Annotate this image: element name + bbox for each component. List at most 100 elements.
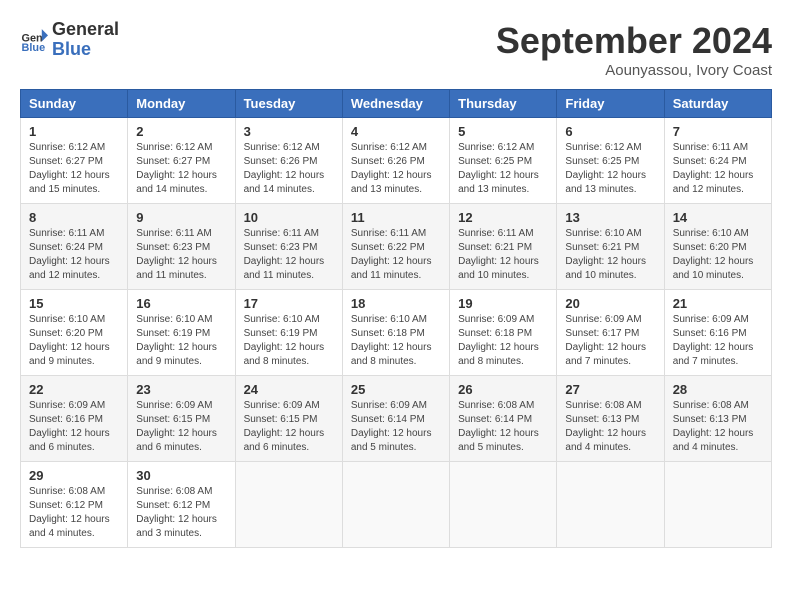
day-number: 11 bbox=[351, 210, 441, 225]
day-info: Sunrise: 6:09 AM Sunset: 6:16 PM Dayligh… bbox=[673, 313, 763, 369]
day-number: 6 bbox=[565, 124, 655, 139]
calendar-cell: 9 Sunrise: 6:11 AM Sunset: 6:23 PM Daylig… bbox=[128, 204, 235, 290]
day-info: Sunrise: 6:08 AM Sunset: 6:13 PM Dayligh… bbox=[565, 399, 655, 455]
calendar-cell: 24 Sunrise: 6:09 AM Sunset: 6:15 PM Dayli… bbox=[235, 376, 342, 462]
logo-icon: Gen Blue bbox=[20, 26, 48, 54]
day-number: 2 bbox=[136, 124, 226, 139]
calendar-cell: 30 Sunrise: 6:08 AM Sunset: 6:12 PM Dayli… bbox=[128, 462, 235, 548]
day-info: Sunrise: 6:11 AM Sunset: 6:24 PM Dayligh… bbox=[29, 227, 119, 283]
page-header: Gen Blue General Blue September 2024 Aou… bbox=[20, 20, 772, 79]
day-info: Sunrise: 6:09 AM Sunset: 6:15 PM Dayligh… bbox=[244, 399, 334, 455]
col-header-monday: Monday bbox=[128, 90, 235, 118]
day-info: Sunrise: 6:08 AM Sunset: 6:12 PM Dayligh… bbox=[136, 485, 226, 541]
day-info: Sunrise: 6:12 AM Sunset: 6:26 PM Dayligh… bbox=[351, 141, 441, 197]
calendar-cell: 22 Sunrise: 6:09 AM Sunset: 6:16 PM Dayli… bbox=[21, 376, 128, 462]
day-info: Sunrise: 6:10 AM Sunset: 6:18 PM Dayligh… bbox=[351, 313, 441, 369]
day-info: Sunrise: 6:12 AM Sunset: 6:27 PM Dayligh… bbox=[29, 141, 119, 197]
day-info: Sunrise: 6:11 AM Sunset: 6:21 PM Dayligh… bbox=[458, 227, 548, 283]
day-info: Sunrise: 6:09 AM Sunset: 6:18 PM Dayligh… bbox=[458, 313, 548, 369]
day-info: Sunrise: 6:11 AM Sunset: 6:24 PM Dayligh… bbox=[673, 141, 763, 197]
day-info: Sunrise: 6:08 AM Sunset: 6:12 PM Dayligh… bbox=[29, 485, 119, 541]
day-number: 22 bbox=[29, 382, 119, 397]
day-info: Sunrise: 6:12 AM Sunset: 6:25 PM Dayligh… bbox=[458, 141, 548, 197]
calendar-cell: 29Sunrise: 6:08 AM Sunset: 6:12 PM Dayli… bbox=[21, 462, 128, 548]
day-info: Sunrise: 6:08 AM Sunset: 6:14 PM Dayligh… bbox=[458, 399, 548, 455]
day-info: Sunrise: 6:12 AM Sunset: 6:27 PM Dayligh… bbox=[136, 141, 226, 197]
calendar-body: 1Sunrise: 6:12 AM Sunset: 6:27 PM Daylig… bbox=[21, 118, 772, 548]
day-info: Sunrise: 6:09 AM Sunset: 6:15 PM Dayligh… bbox=[136, 399, 226, 455]
day-info: Sunrise: 6:10 AM Sunset: 6:19 PM Dayligh… bbox=[244, 313, 334, 369]
day-info: Sunrise: 6:10 AM Sunset: 6:19 PM Dayligh… bbox=[136, 313, 226, 369]
day-number: 20 bbox=[565, 296, 655, 311]
day-number: 5 bbox=[458, 124, 548, 139]
day-number: 19 bbox=[458, 296, 548, 311]
day-info: Sunrise: 6:11 AM Sunset: 6:23 PM Dayligh… bbox=[244, 227, 334, 283]
day-number: 26 bbox=[458, 382, 548, 397]
month-title: September 2024 bbox=[496, 20, 772, 62]
title-block: September 2024 Aounyassou, Ivory Coast bbox=[496, 20, 772, 79]
logo-text: General Blue bbox=[52, 20, 119, 60]
calendar-cell: 15 Sunrise: 6:10 AM Sunset: 6:20 PM Dayli… bbox=[21, 290, 128, 376]
day-number: 9 bbox=[136, 210, 226, 225]
day-number: 8 bbox=[29, 210, 119, 225]
calendar-cell: 10 Sunrise: 6:11 AM Sunset: 6:23 PM Dayli… bbox=[235, 204, 342, 290]
calendar-cell: 7Sunrise: 6:11 AM Sunset: 6:24 PM Daylig… bbox=[664, 118, 771, 204]
col-header-saturday: Saturday bbox=[664, 90, 771, 118]
day-info: Sunrise: 6:12 AM Sunset: 6:25 PM Dayligh… bbox=[565, 141, 655, 197]
calendar-cell: 4 Sunrise: 6:12 AM Sunset: 6:26 PM Daylig… bbox=[342, 118, 449, 204]
day-number: 16 bbox=[136, 296, 226, 311]
calendar-cell: 23Sunrise: 6:09 AM Sunset: 6:15 PM Dayli… bbox=[128, 376, 235, 462]
col-header-tuesday: Tuesday bbox=[235, 90, 342, 118]
calendar-cell bbox=[342, 462, 449, 548]
calendar-cell: 8 Sunrise: 6:11 AM Sunset: 6:24 PM Daylig… bbox=[21, 204, 128, 290]
calendar-cell: 27Sunrise: 6:08 AM Sunset: 6:13 PM Dayli… bbox=[557, 376, 664, 462]
day-number: 30 bbox=[136, 468, 226, 483]
week-row-2: 8 Sunrise: 6:11 AM Sunset: 6:24 PM Daylig… bbox=[21, 204, 772, 290]
calendar-cell: 3Sunrise: 6:12 AM Sunset: 6:26 PM Daylig… bbox=[235, 118, 342, 204]
day-number: 15 bbox=[29, 296, 119, 311]
day-info: Sunrise: 6:10 AM Sunset: 6:20 PM Dayligh… bbox=[29, 313, 119, 369]
day-number: 28 bbox=[673, 382, 763, 397]
day-number: 10 bbox=[244, 210, 334, 225]
logo: Gen Blue General Blue bbox=[20, 20, 119, 60]
calendar-cell: 25Sunrise: 6:09 AM Sunset: 6:14 PM Dayli… bbox=[342, 376, 449, 462]
col-header-wednesday: Wednesday bbox=[342, 90, 449, 118]
day-info: Sunrise: 6:10 AM Sunset: 6:20 PM Dayligh… bbox=[673, 227, 763, 283]
calendar-cell: 19 Sunrise: 6:09 AM Sunset: 6:18 PM Dayli… bbox=[450, 290, 557, 376]
calendar-cell bbox=[664, 462, 771, 548]
calendar-cell: 12Sunrise: 6:11 AM Sunset: 6:21 PM Dayli… bbox=[450, 204, 557, 290]
week-row-3: 15 Sunrise: 6:10 AM Sunset: 6:20 PM Dayli… bbox=[21, 290, 772, 376]
col-header-thursday: Thursday bbox=[450, 90, 557, 118]
calendar-cell: 28 Sunrise: 6:08 AM Sunset: 6:13 PM Dayli… bbox=[664, 376, 771, 462]
calendar-cell: 5 Sunrise: 6:12 AM Sunset: 6:25 PM Daylig… bbox=[450, 118, 557, 204]
calendar-cell: 18 Sunrise: 6:10 AM Sunset: 6:18 PM Dayli… bbox=[342, 290, 449, 376]
calendar-cell bbox=[450, 462, 557, 548]
calendar-table: SundayMondayTuesdayWednesdayThursdayFrid… bbox=[20, 89, 772, 548]
week-row-4: 22 Sunrise: 6:09 AM Sunset: 6:16 PM Dayli… bbox=[21, 376, 772, 462]
calendar-cell bbox=[235, 462, 342, 548]
day-number: 3 bbox=[244, 124, 334, 139]
day-info: Sunrise: 6:08 AM Sunset: 6:13 PM Dayligh… bbox=[673, 399, 763, 455]
calendar-cell: 1Sunrise: 6:12 AM Sunset: 6:27 PM Daylig… bbox=[21, 118, 128, 204]
week-row-5: 29Sunrise: 6:08 AM Sunset: 6:12 PM Dayli… bbox=[21, 462, 772, 548]
day-number: 17 bbox=[244, 296, 334, 311]
day-number: 4 bbox=[351, 124, 441, 139]
calendar-cell: 13 Sunrise: 6:10 AM Sunset: 6:21 PM Dayli… bbox=[557, 204, 664, 290]
calendar-cell: 20 Sunrise: 6:09 AM Sunset: 6:17 PM Dayli… bbox=[557, 290, 664, 376]
day-number: 18 bbox=[351, 296, 441, 311]
col-header-friday: Friday bbox=[557, 90, 664, 118]
calendar-header-row: SundayMondayTuesdayWednesdayThursdayFrid… bbox=[21, 90, 772, 118]
day-info: Sunrise: 6:09 AM Sunset: 6:16 PM Dayligh… bbox=[29, 399, 119, 455]
day-number: 13 bbox=[565, 210, 655, 225]
calendar-cell: 16 Sunrise: 6:10 AM Sunset: 6:19 PM Dayli… bbox=[128, 290, 235, 376]
col-header-sunday: Sunday bbox=[21, 90, 128, 118]
svg-text:Blue: Blue bbox=[22, 42, 46, 54]
day-info: Sunrise: 6:09 AM Sunset: 6:17 PM Dayligh… bbox=[565, 313, 655, 369]
day-info: Sunrise: 6:11 AM Sunset: 6:23 PM Dayligh… bbox=[136, 227, 226, 283]
day-number: 24 bbox=[244, 382, 334, 397]
calendar-cell bbox=[557, 462, 664, 548]
calendar-cell: 17 Sunrise: 6:10 AM Sunset: 6:19 PM Dayli… bbox=[235, 290, 342, 376]
calendar-cell: 6 Sunrise: 6:12 AM Sunset: 6:25 PM Daylig… bbox=[557, 118, 664, 204]
day-info: Sunrise: 6:09 AM Sunset: 6:14 PM Dayligh… bbox=[351, 399, 441, 455]
day-info: Sunrise: 6:10 AM Sunset: 6:21 PM Dayligh… bbox=[565, 227, 655, 283]
